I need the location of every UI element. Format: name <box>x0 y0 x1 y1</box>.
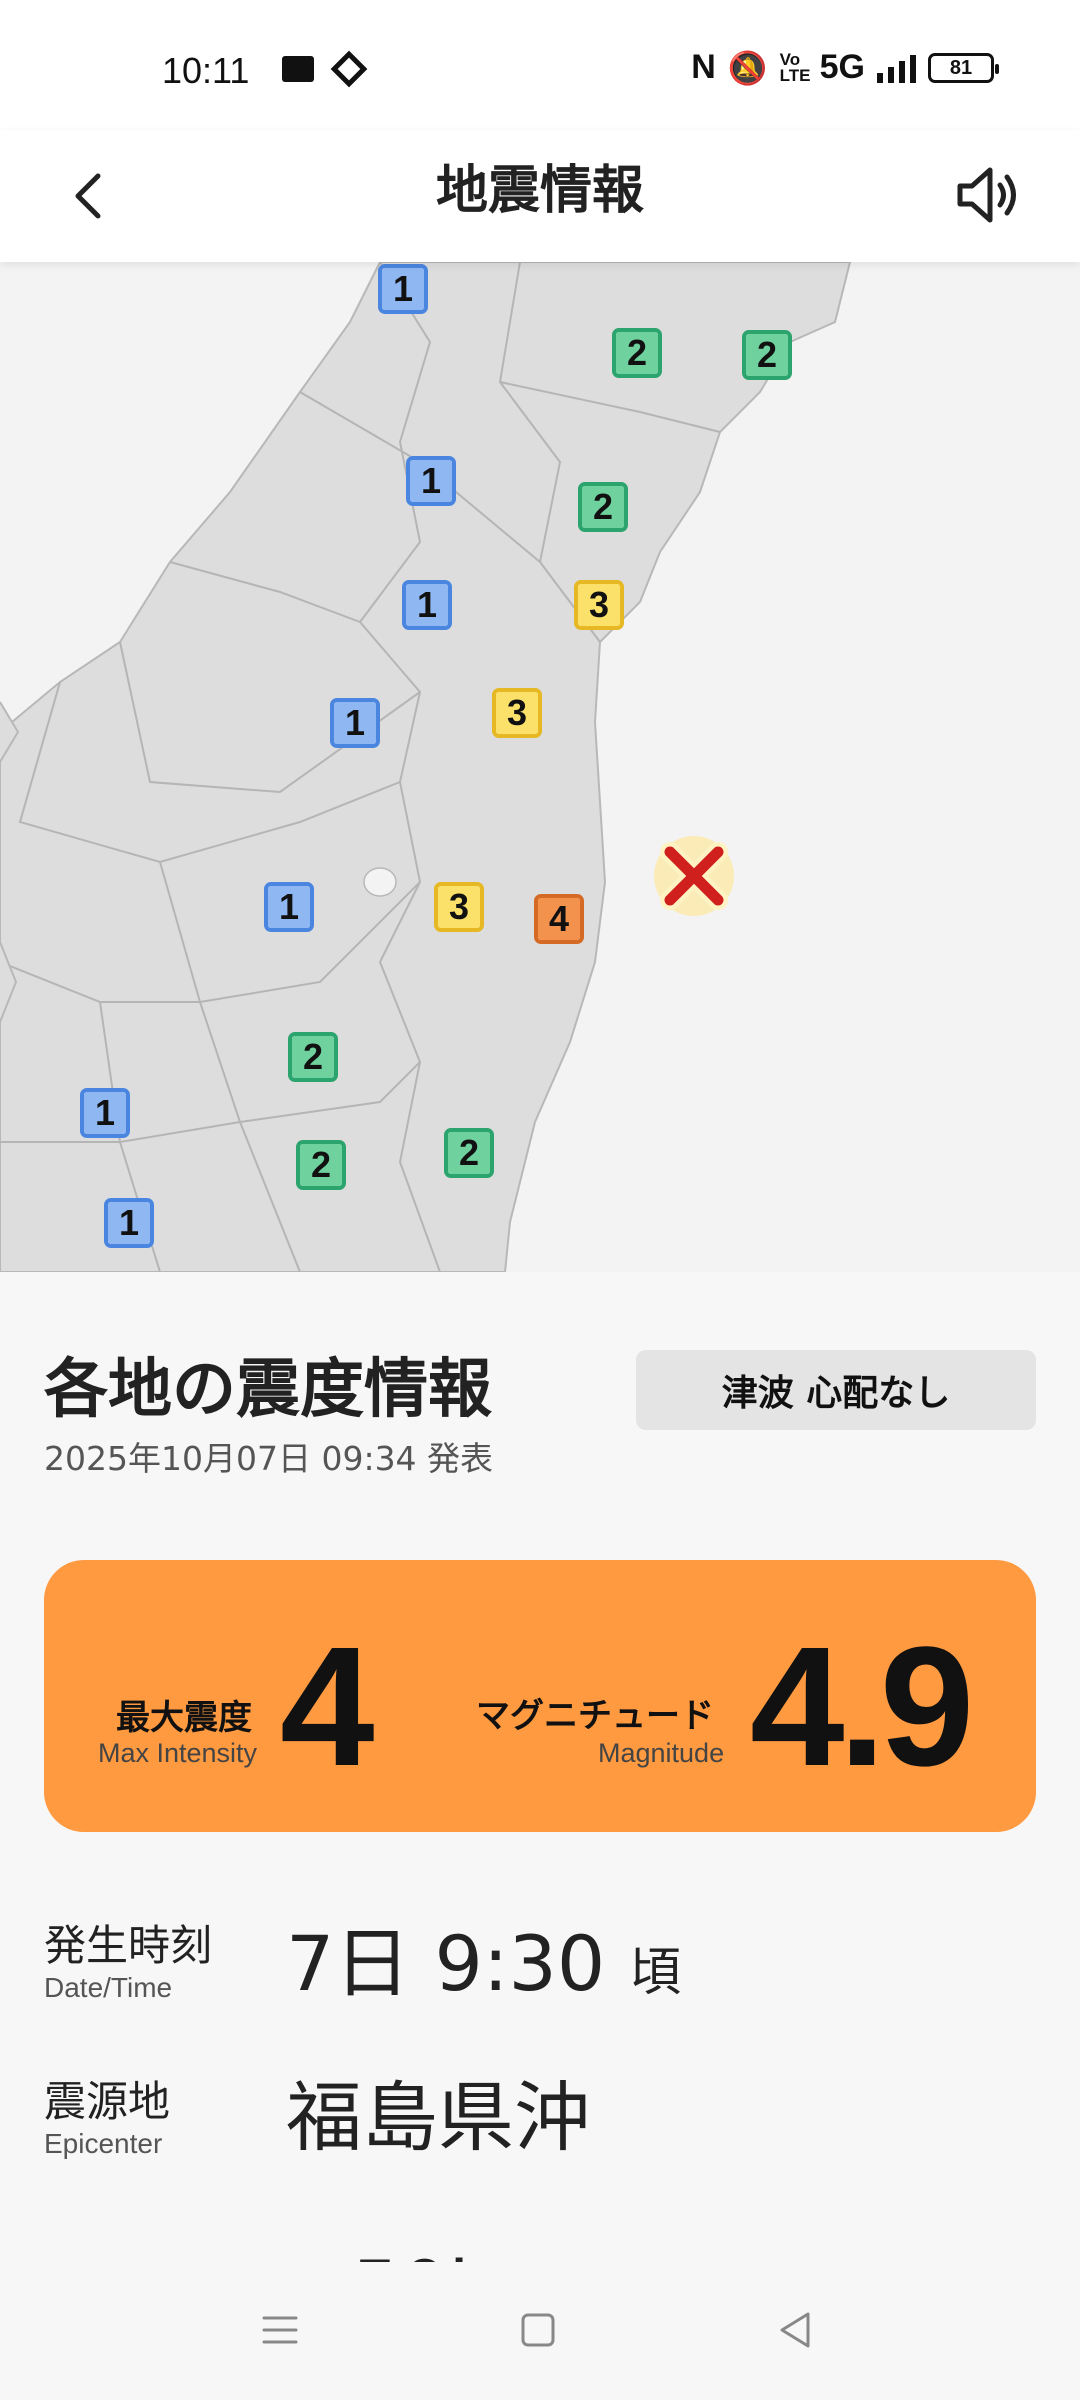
magnitude-label-en: Magnitude <box>598 1738 725 1768</box>
status-bar: 10:11 N 🔕 Vo LTE 5G 81 <box>0 0 1080 130</box>
epicenter-label: 震源地 <box>44 2077 171 2126</box>
max-intensity-label-en: Max Intensity <box>98 1738 258 1768</box>
epicenter-value: 福島県沖 <box>286 2073 590 2162</box>
intensity-marker[interactable]: 3 <box>574 580 624 630</box>
map-land <box>0 262 852 1272</box>
announce-time: 2025年10月07日 09:34 発表 <box>44 1439 494 1478</box>
section-title: 各地の震度情報 <box>44 1353 492 1427</box>
intensity-marker[interactable]: 3 <box>492 688 542 738</box>
datetime-value: 7日 9:30 頃 <box>286 1902 681 2012</box>
system-nav-bar <box>0 2262 1080 2400</box>
datetime-suffix: 頃 <box>629 1943 682 2003</box>
datetime-label-en: Date/Time <box>44 1972 173 2003</box>
mail-icon <box>282 56 314 82</box>
intensity-marker[interactable]: 1 <box>104 1198 154 1248</box>
intensity-marker[interactable]: 2 <box>742 330 792 380</box>
intensity-marker[interactable]: 4 <box>534 894 584 944</box>
intensity-marker[interactable]: 1 <box>80 1088 130 1138</box>
info-section: 各地の震度情報 津波 心配なし 2025年10月07日 09:34 発表 最大震… <box>0 1272 1080 2282</box>
intensity-marker[interactable]: 2 <box>578 482 628 532</box>
app-bar: 地震情報 <box>0 130 1080 262</box>
back-triangle-icon[interactable] <box>772 2306 820 2354</box>
speaker-icon[interactable] <box>952 160 1022 230</box>
intensity-marker[interactable]: 1 <box>330 698 380 748</box>
intensity-marker[interactable]: 2 <box>296 1140 346 1190</box>
datetime-label: 発生時刻 <box>44 1921 213 1970</box>
signal-icon <box>877 53 916 83</box>
intensity-marker[interactable]: 3 <box>434 882 484 932</box>
max-intensity-value: 4 <box>280 1612 375 1802</box>
tsunami-badge[interactable]: 津波 心配なし <box>636 1350 1036 1430</box>
intensity-marker[interactable]: 1 <box>402 580 452 630</box>
battery-icon: 81 <box>928 52 999 83</box>
nfc-icon: N <box>691 48 716 86</box>
status-time: 10:11 <box>162 50 250 91</box>
magnitude-label: マグニチュード <box>476 1696 714 1736</box>
intensity-marker[interactable]: 1 <box>264 882 314 932</box>
intensity-marker[interactable]: 1 <box>406 456 456 506</box>
intensity-marker[interactable]: 2 <box>288 1032 338 1082</box>
mute-icon: 🔕 <box>727 49 768 86</box>
5g-icon: 5G <box>819 48 865 86</box>
home-square-icon[interactable] <box>514 2306 562 2354</box>
summary-card: 最大震度 Max Intensity 4 マグニチュード Magnitude 4… <box>44 1560 1036 1832</box>
intensity-marker[interactable]: 2 <box>612 328 662 378</box>
datetime-text: 7日 9:30 <box>286 1919 606 2008</box>
max-intensity-label: 最大震度 <box>116 1698 252 1738</box>
volte-icon: Vo LTE <box>779 49 811 85</box>
page-title: 地震情報 <box>435 161 644 221</box>
earthquake-map[interactable]: 1 2 2 1 2 1 3 1 3 1 3 4 2 1 2 2 1 <box>0 262 1080 1272</box>
epicenter-x-icon <box>654 836 734 916</box>
menu-icon[interactable] <box>256 2306 304 2354</box>
diamond-icon <box>330 50 368 88</box>
intensity-marker[interactable]: 1 <box>378 264 428 314</box>
epicenter-label-en: Epicenter <box>44 2128 163 2159</box>
intensity-marker[interactable]: 2 <box>444 1128 494 1178</box>
status-icons: N 🔕 Vo LTE 5G 81 <box>691 48 999 87</box>
magnitude-value: 4.9 <box>750 1612 974 1802</box>
